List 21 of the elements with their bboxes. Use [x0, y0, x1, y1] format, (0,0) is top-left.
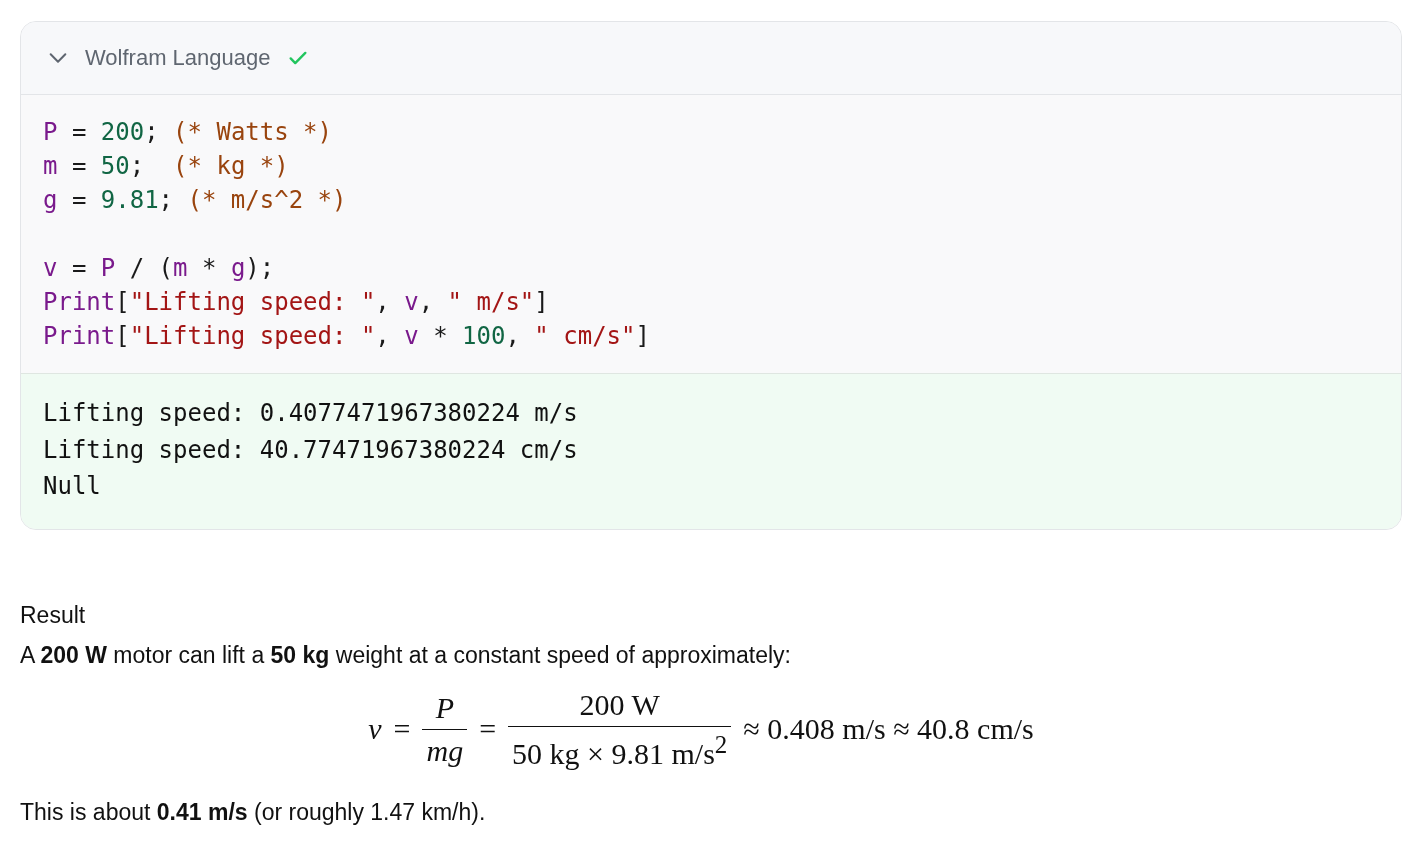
code-line: P = 200; (* Watts *) [43, 117, 333, 148]
math-text: = [393, 712, 411, 746]
code-line: m = 50; (* kg *) [43, 151, 289, 182]
result-heading: Result [20, 600, 86, 630]
code-line: g = 9.81; (* m/s^2 *) [43, 185, 347, 216]
code-line: Print["Lifting speed: ", v * 100, " cm/s"] [43, 321, 650, 352]
output-line: Lifting speed: 0.4077471967380224 m/s [43, 398, 578, 429]
fraction-denominator: mg [422, 728, 468, 768]
language-label: Wolfram Language [85, 45, 271, 71]
fraction-denominator: 50 kg × 9.81 m/s$^{2}$ [508, 725, 732, 771]
math-variable: v [368, 712, 382, 746]
summary-text: This is about 0.41 m/s (or roughly 1.47 km/h). [20, 797, 486, 827]
code-line: v = P / (m * g); [43, 253, 275, 284]
output-line: Lifting speed: 40.77471967380224 cm/s [43, 434, 578, 466]
output-line: Null [43, 471, 101, 502]
math-text: = [479, 712, 497, 746]
math-text: ≈ 0.408 m/s ≈ 40.8 cm/s [743, 712, 1034, 746]
result-text: A 200 W motor can lift a 50 kg weight at a constant speed of approximately: [20, 640, 791, 670]
fraction-numerator: P [434, 690, 455, 726]
code-line: Print["Lifting speed: ", v, " m/s"] [43, 287, 549, 318]
fraction-numerator: 200 W [578, 687, 661, 723]
